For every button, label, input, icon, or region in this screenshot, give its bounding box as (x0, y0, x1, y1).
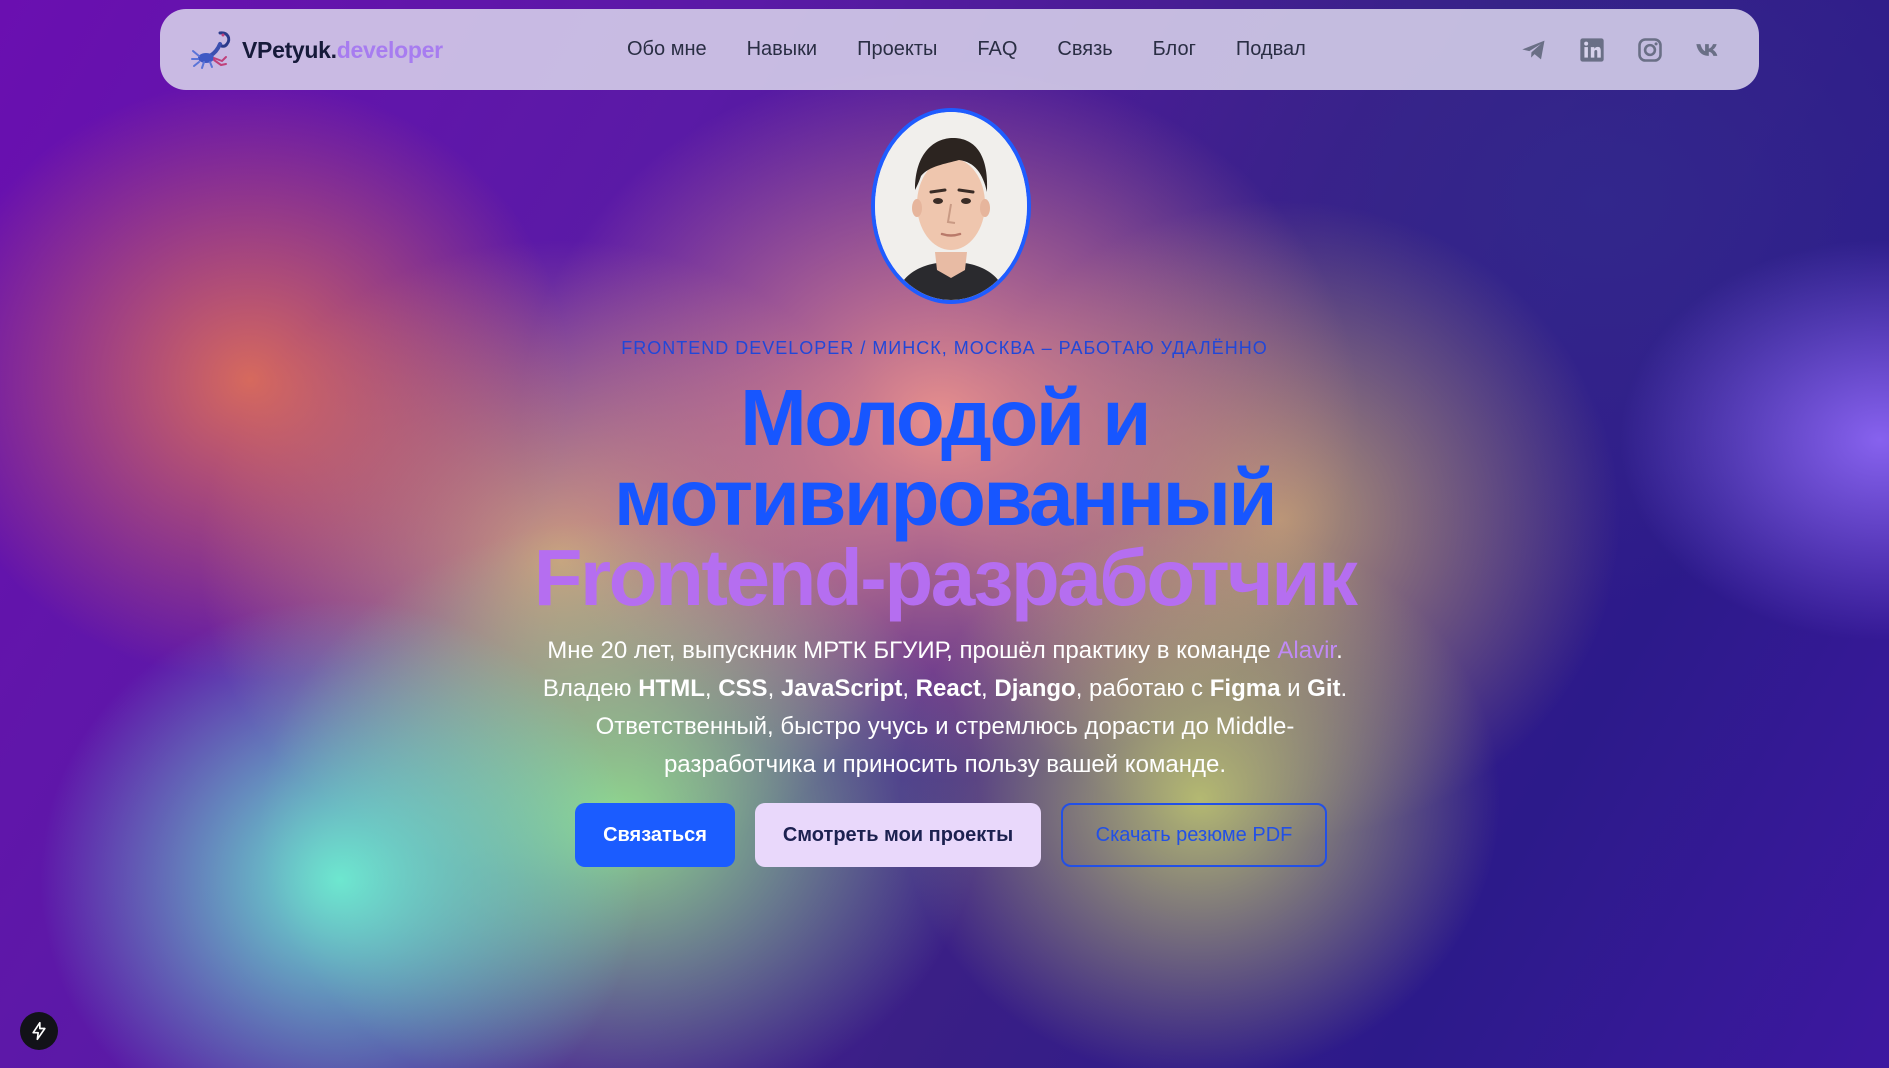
linkedin-link[interactable] (1577, 35, 1607, 65)
telegram-link[interactable] (1519, 35, 1549, 65)
skill-git: Git (1307, 675, 1341, 702)
desc-text: , (902, 675, 916, 702)
desc-text: , (767, 675, 781, 702)
profile-photo (875, 112, 1027, 300)
nav-item-about[interactable]: Обо мне (627, 38, 707, 61)
nav-item-blog[interactable]: Блог (1153, 38, 1196, 61)
nav-item-contact[interactable]: Связь (1057, 38, 1112, 61)
hero-headline: Молодой и мотивированный Frontend-разраб… (0, 378, 1889, 618)
scorpion-icon (191, 31, 231, 69)
view-projects-button[interactable]: Смотреть мои проекты (755, 803, 1041, 867)
telegram-icon (1522, 40, 1545, 59)
skill-figma: Figma (1209, 675, 1281, 702)
nav-item-footer[interactable]: Подвал (1236, 38, 1306, 61)
skill-django: Django (994, 675, 1076, 702)
logo-name: VPetyuk. (242, 36, 337, 63)
vk-link[interactable] (1693, 35, 1723, 65)
headline-line-3: Frontend-разработчик (533, 533, 1358, 622)
desc-text: , работаю с (1075, 675, 1210, 702)
social-links (1519, 9, 1723, 90)
avatar (871, 108, 1031, 304)
nav-item-faq[interactable]: FAQ (977, 38, 1017, 61)
logo[interactable]: VPetyuk. developer (190, 29, 443, 71)
hero-buttons: Связаться Смотреть мои проекты Скачать р… (575, 803, 1327, 867)
contact-button[interactable]: Связаться (575, 803, 735, 867)
nav-item-skills[interactable]: Навыки (747, 38, 818, 61)
logo-suffix: developer (336, 36, 443, 63)
skill-html: HTML (638, 675, 705, 702)
skill-javascript: JavaScript (780, 675, 903, 702)
nav-menu: Обо мне Навыки Проекты FAQ Связь Блог По… (627, 9, 1346, 90)
skill-css: CSS (718, 675, 768, 702)
nav-item-projects[interactable]: Проекты (857, 38, 937, 61)
devtools-toggle[interactable] (20, 1012, 58, 1050)
hero-subtitle: FRONTEND DEVELOPER / МИНСК, МОСКВА – РАБ… (621, 338, 1268, 358)
lightning-bolt-icon (32, 1021, 46, 1041)
hero-description: Мне 20 лет, выпускник МРТК БГУИР, прошёл… (540, 632, 1350, 784)
desc-text: и (1280, 675, 1308, 702)
instagram-link[interactable] (1635, 35, 1665, 65)
page: VPetyuk. developer Обо мне Навыки Проекты… (0, 0, 1889, 1068)
desc-text: , (704, 675, 719, 702)
desc-text: Мне 20 лет, выпускник МРТК БГУИР, прошёл… (547, 637, 1278, 664)
navbar: VPetyuk. developer Обо мне Навыки Проекты… (160, 9, 1759, 90)
company-link[interactable]: Alavir (1277, 637, 1336, 664)
vk-icon (1696, 43, 1718, 56)
linkedin-icon (1580, 37, 1604, 62)
instagram-icon (1638, 37, 1662, 62)
headline-line-2: мотивированный (613, 453, 1278, 542)
download-resume-button[interactable]: Скачать резюме PDF (1061, 803, 1327, 867)
headline-line-1: Молодой и (740, 373, 1151, 462)
skill-react: React (915, 675, 982, 702)
desc-text: , (981, 675, 995, 702)
